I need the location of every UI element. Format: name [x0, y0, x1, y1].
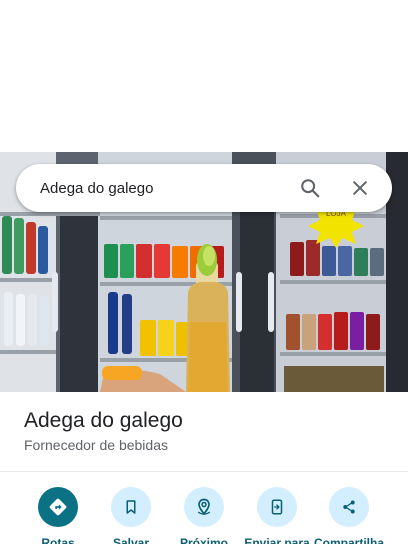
- search-bar[interactable]: Adega do galego: [16, 164, 392, 212]
- nearby-icon: [184, 487, 224, 527]
- nearby-button[interactable]: Próximo: [164, 487, 244, 544]
- save-button[interactable]: Salvar: [91, 487, 171, 544]
- directions-label: Rotas: [41, 536, 75, 544]
- share-icon: [329, 487, 369, 527]
- send-to-button[interactable]: Enviar para: [237, 487, 317, 544]
- top-blank-area: [0, 0, 408, 152]
- search-input[interactable]: Adega do galego: [40, 180, 292, 197]
- share-label: Compartilha: [313, 536, 384, 544]
- directions-button[interactable]: Rotas: [18, 487, 98, 544]
- save-label: Salvar: [112, 536, 150, 544]
- close-icon[interactable]: [342, 170, 378, 206]
- share-button[interactable]: Compartilha: [309, 487, 389, 544]
- action-buttons-row: Rotas Salvar Próximo Enviar para Compart…: [0, 487, 408, 544]
- divider: [0, 471, 408, 472]
- send-to-label: Enviar para: [244, 536, 310, 544]
- place-category: Fornecedor de bebidas: [24, 437, 168, 453]
- search-icon[interactable]: [292, 170, 328, 206]
- bookmark-icon: [111, 487, 151, 527]
- place-title: Adega do galego: [24, 409, 183, 432]
- directions-icon: [38, 487, 78, 527]
- nearby-label: Próximo: [179, 536, 228, 544]
- send-to-phone-icon: [257, 487, 297, 527]
